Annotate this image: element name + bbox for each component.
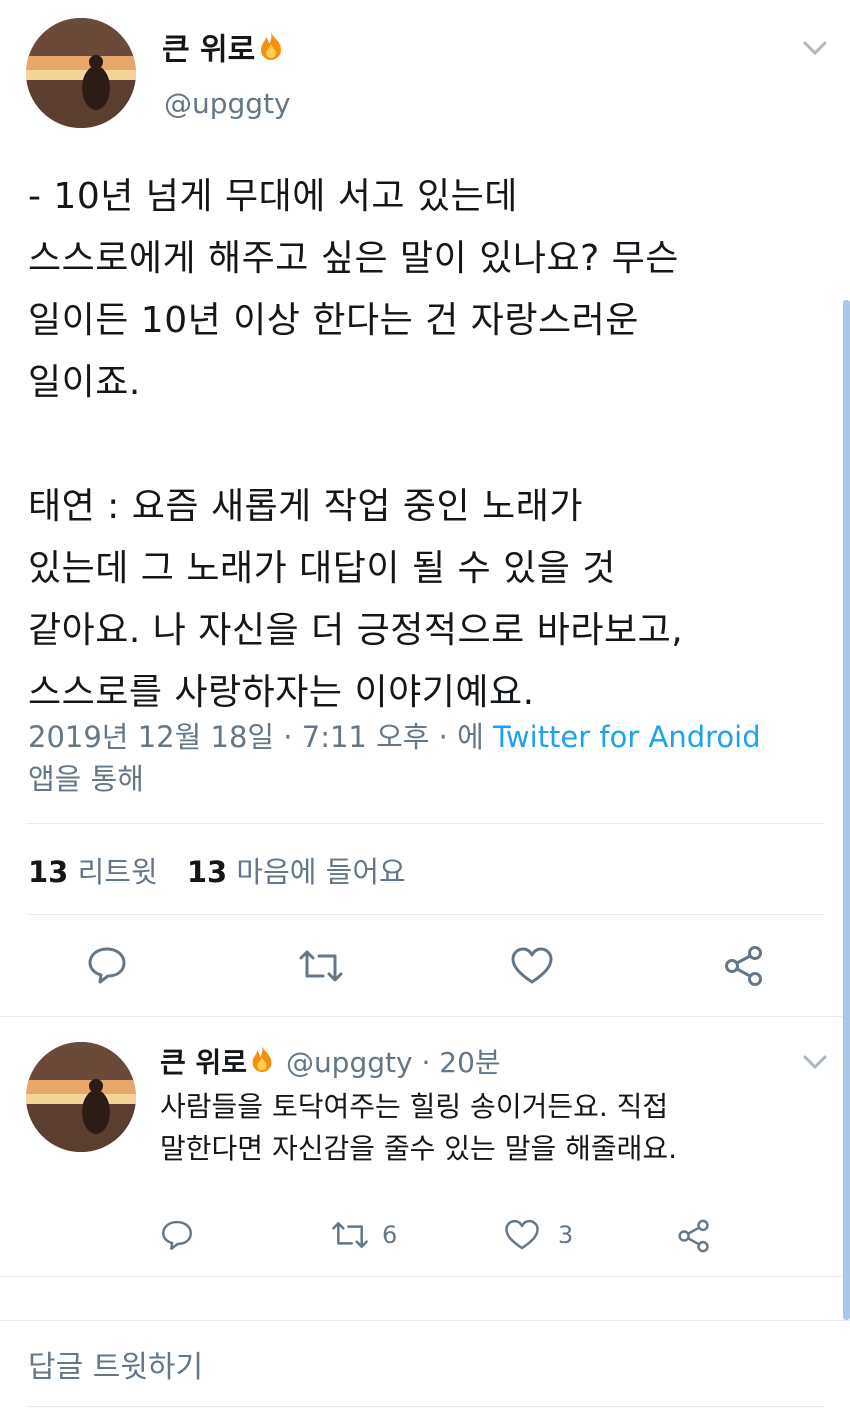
tweet-line: 스스로를 사랑하자는 이야기예요. (28, 672, 535, 713)
tweet-source-link[interactable]: Twitter for Android (493, 720, 761, 754)
retweet-icon (330, 1220, 370, 1250)
reply-header: 큰 위로 @upggty · 20분 (160, 1044, 501, 1084)
retweets-count: 13 (28, 855, 69, 889)
share-icon (722, 944, 766, 988)
tweet-text: - 10년 넘게 무대에 서고 있는데 스스로에게 해주고 싶은 말이 있나요?… (28, 166, 828, 724)
heart-icon (504, 1218, 540, 1252)
tweet-line: - 10년 넘게 무대에 서고 있는데 (28, 176, 518, 217)
likes-stat[interactable]: 13 마음에 들어요 (187, 855, 406, 889)
reply-like-count: 3 (558, 1221, 574, 1249)
reply-retweet-count: 6 (382, 1221, 398, 1249)
retweets-label: 리트윗 (77, 855, 158, 889)
divider (26, 823, 824, 824)
tweet-line: 태연 : 요즘 새롭게 작업 중인 노래가 (28, 486, 583, 527)
author-name: 큰 위로 (162, 32, 256, 68)
tweet-line (28, 414, 828, 476)
author-name-row[interactable]: 큰 위로 (162, 30, 287, 72)
retweet-button[interactable] (297, 948, 345, 984)
like-button[interactable] (510, 946, 554, 986)
reply-icon (86, 944, 128, 986)
divider (0, 1016, 850, 1017)
tweet-line: 같아요. 나 자신을 더 긍정적으로 바라보고, (28, 610, 684, 651)
retweets-stat[interactable]: 13 리트윗 (28, 855, 158, 889)
retweet-icon (297, 948, 345, 984)
reply-reply-button[interactable] (160, 1218, 194, 1252)
divider (0, 1276, 850, 1277)
tweet-line: 일이죠. (28, 362, 141, 403)
reply-button[interactable] (86, 944, 128, 986)
likes-label: 마음에 들어요 (236, 855, 406, 889)
divider (26, 1406, 824, 1407)
reply-menu-caret[interactable] (800, 1050, 830, 1078)
author-avatar[interactable] (26, 18, 136, 128)
reply-text: 사람들을 토닥여주는 힐링 송이거든요. 직접 말한다면 자신감을 줄수 있는 … (160, 1086, 820, 1170)
reply-author-avatar[interactable] (26, 1042, 136, 1152)
tweet-line: 있는데 그 노래가 대답이 될 수 있을 것 (28, 548, 616, 589)
tweet-source-suffix: 앱을 통해 (28, 762, 144, 796)
tweet-meta: 2019년 12월 18일 · 7:11 오후 · 에 Twitter for … (28, 716, 818, 800)
reply-compose-input[interactable]: 답글 트윗하기 (28, 1346, 808, 1390)
reply-like-button[interactable]: 3 (504, 1218, 573, 1252)
divider (0, 1320, 850, 1321)
tweet-line: 일이든 10년 이상 한다는 건 자랑스러운 (28, 300, 639, 341)
divider (26, 914, 824, 915)
tweet-stats: 13 리트윗 13 마음에 들어요 (28, 852, 406, 892)
likes-count: 13 (186, 855, 228, 889)
chevron-down-icon (800, 41, 830, 64)
reply-time[interactable]: · 20분 (421, 1046, 500, 1079)
author-handle[interactable]: @upggty (164, 86, 291, 122)
fire-icon (255, 30, 287, 72)
share-button[interactable] (722, 944, 766, 988)
reply-line: 사람들을 토닥여주는 힐링 송이거든요. 직접 (160, 1090, 669, 1123)
reply-share-button[interactable] (676, 1218, 712, 1254)
tweet-line: 스스로에게 해주고 싶은 말이 있나요? 무슨 (28, 238, 679, 279)
scrollbar[interactable] (843, 300, 850, 1320)
reply-line: 말한다면 자신감을 줄수 있는 말을 해줄래요. (160, 1132, 678, 1165)
chevron-down-icon (800, 1055, 830, 1078)
reply-author-handle[interactable]: @upggty (286, 1046, 413, 1079)
tweet-timestamp[interactable]: 2019년 12월 18일 · 7:11 오후 · 에 (28, 720, 493, 754)
heart-icon (510, 946, 554, 986)
tweet-menu-caret[interactable] (800, 36, 830, 64)
share-icon (676, 1218, 712, 1254)
reply-retweet-button[interactable]: 6 (330, 1220, 397, 1250)
reply-author-name[interactable]: 큰 위로 (160, 1046, 247, 1079)
reply-icon (160, 1218, 194, 1252)
fire-icon (247, 1044, 277, 1084)
